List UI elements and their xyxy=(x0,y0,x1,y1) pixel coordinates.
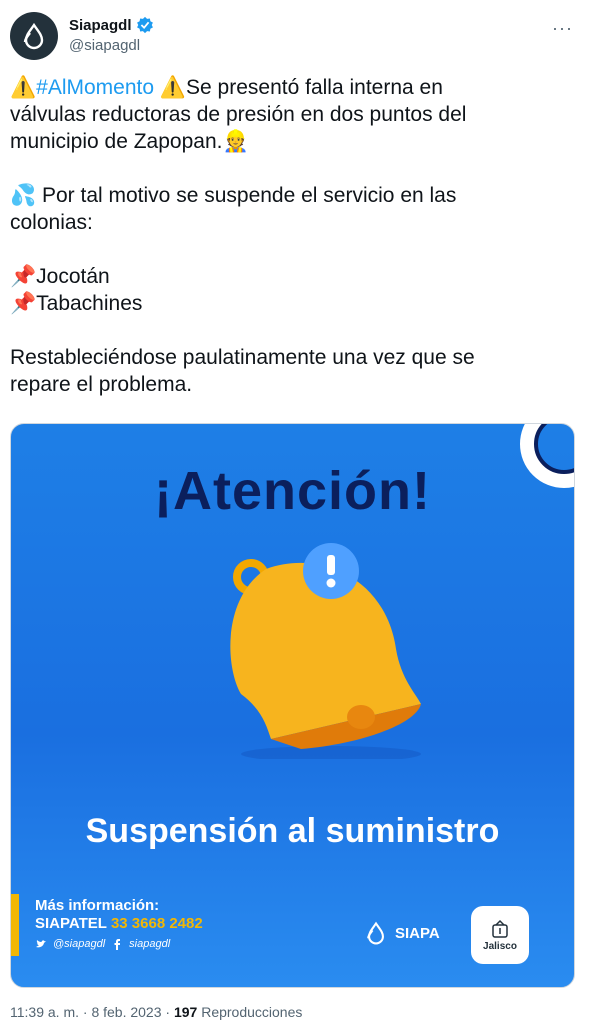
twitter-icon xyxy=(36,940,46,948)
verified-badge-icon xyxy=(136,16,153,34)
siapa-drop-icon xyxy=(23,22,44,50)
phone-line: SIAPATEL 33 3668 2482 xyxy=(35,915,203,932)
colonia-item: 📌Jocotán xyxy=(10,265,110,288)
twitter-handle: @siapagdl xyxy=(53,938,106,950)
headline: ¡Atención! xyxy=(154,461,431,521)
tweet-line: Restableciéndose paulatinamente una vez … xyxy=(10,346,475,369)
tweet-line: colonias: xyxy=(10,211,93,234)
tweet-line: repare el problema. xyxy=(10,373,193,396)
phone-label: SIAPATEL xyxy=(35,915,107,932)
user-handle[interactable]: @siapagdl xyxy=(69,37,140,54)
jalisco-logo: Jalisco xyxy=(471,906,529,964)
tweet-image[interactable]: ¡Atención! Suspensión al suministro Más … xyxy=(10,423,575,988)
tweet-line: válvulas reductoras de presión en dos pu… xyxy=(10,103,467,126)
avatar[interactable] xyxy=(10,12,58,60)
subheadline: Suspensión al suministro xyxy=(85,812,500,850)
coat-of-arms-icon xyxy=(492,919,508,938)
timestamp[interactable]: 11:39 a. m. · 8 feb. 2023 · xyxy=(10,1004,174,1020)
views-label: Reproducciones xyxy=(197,1004,303,1020)
display-name[interactable]: Siapagdl xyxy=(69,17,132,34)
more-options-icon[interactable]: ··· xyxy=(552,18,573,39)
facebook-handle: siapagdl xyxy=(129,938,171,950)
siapa-logo: SIAPA xyxy=(363,920,440,946)
views-count: 197 xyxy=(173,1004,198,1020)
warning-emoji: ⚠️ xyxy=(10,76,37,99)
bell-icon xyxy=(230,543,421,759)
info-accent-bar xyxy=(11,894,19,956)
social-handles: @siapagdl siapagdl xyxy=(35,938,170,950)
siapa-drop-icon xyxy=(367,921,384,945)
tweet-footer: 11:39 a. m. · 8 feb. 2023 · 197 Reproduc… xyxy=(10,1004,302,1020)
hashtag-link[interactable]: #AlMomento xyxy=(36,76,154,99)
tweet-header: Siapagdl @siapagdl ··· xyxy=(10,12,579,62)
info-label: Más información: xyxy=(35,897,160,914)
tweet-line: municipio de Zapopan.👷 xyxy=(10,130,249,153)
colonia-item: 📌Tabachines xyxy=(10,292,143,315)
tweet-line: ⚠️Se presentó falla interna en xyxy=(159,76,443,99)
phone-number: 33 3668 2482 xyxy=(110,915,203,932)
tweet-line: 💦 Por tal motivo se suspende el servicio… xyxy=(10,184,457,207)
facebook-icon xyxy=(114,939,121,950)
brand-name: SIAPA xyxy=(395,924,440,942)
gov-logo-text: Jalisco xyxy=(483,940,517,952)
tweet-text: ⚠️#AlMomento ⚠️Se presentó falla interna… xyxy=(10,74,570,398)
